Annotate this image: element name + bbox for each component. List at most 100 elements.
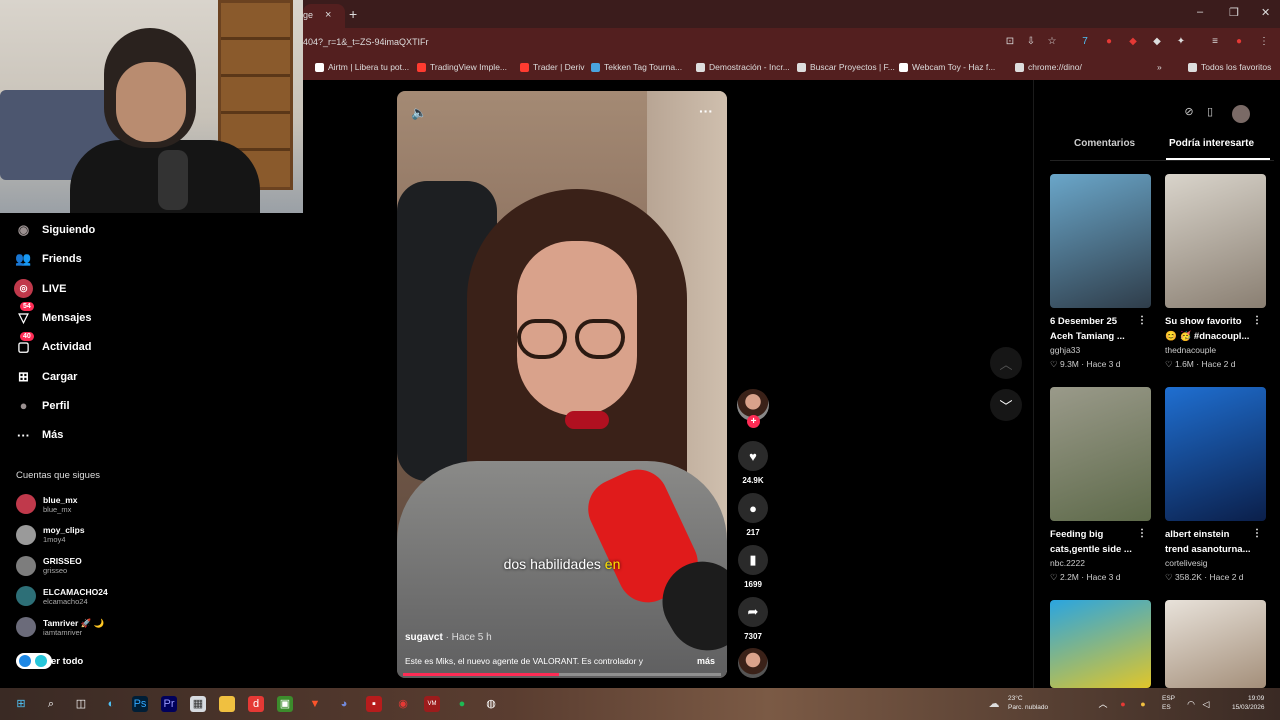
sidebar-item-friends[interactable]: 👥 Friends (14, 248, 81, 270)
reading-list-icon[interactable]: ≡ (1209, 36, 1221, 48)
video-thumbnail[interactable] (1050, 600, 1151, 688)
sidebar-item-upload[interactable]: ⊞ Cargar (14, 366, 77, 388)
bookmark-item[interactable]: Trader | Deriv (520, 62, 585, 72)
tab-comments[interactable]: Comentarios (1074, 138, 1135, 149)
comment-icon[interactable]: ● (738, 493, 768, 523)
all-bookmarks-button[interactable]: Todos los favoritos (1188, 62, 1271, 72)
music-disc-avatar[interactable] (738, 648, 768, 678)
voicemod-icon[interactable]: VM (424, 696, 440, 712)
card-more-icon[interactable]: ⋮ (1137, 526, 1147, 541)
volume-icon[interactable]: 🔈 (411, 105, 427, 121)
compass-icon[interactable]: ⊘ (1181, 105, 1197, 121)
photoshop-icon[interactable]: Ps (132, 696, 148, 712)
tab-recommended[interactable]: Podría interesarte (1169, 138, 1254, 149)
card-more-icon[interactable]: ⋮ (1137, 313, 1147, 328)
video-thumbnail[interactable] (1050, 174, 1151, 308)
bookmark-item[interactable]: chrome://dino/ (1015, 62, 1082, 72)
language-code[interactable]: ESP (1162, 695, 1175, 703)
card-username[interactable]: thednacouple (1165, 344, 1266, 357)
file-explorer-icon[interactable] (219, 696, 235, 712)
save-action[interactable]: ▮ 1699 (737, 545, 769, 589)
discord-icon[interactable]: ◕ (336, 696, 352, 712)
extension-icon[interactable]: ● (1103, 36, 1115, 48)
description-more-button[interactable]: más (697, 656, 715, 666)
sidebar-item-more[interactable]: ··· Más (14, 424, 63, 446)
chrome-icon[interactable]: ◉ (395, 696, 411, 712)
app-icon[interactable]: ▪ (366, 696, 382, 712)
search-icon[interactable]: ⌕ (43, 696, 59, 712)
sidebar-item-profile-avatar[interactable]: ● Perfil (14, 395, 70, 417)
card-title[interactable]: Su show favorito ⋮ (1165, 314, 1266, 329)
browser-tab[interactable]: ge × (303, 4, 345, 28)
tab-close-icon[interactable]: × (325, 9, 331, 21)
bookmark-icon[interactable]: ▮ (738, 545, 768, 575)
recommended-video-card[interactable]: Feeding big ⋮ cats,gentle side ... nbc.2222… (1050, 387, 1151, 584)
sidebar-item-following-avatar[interactable]: ◉ Siguiendo (14, 219, 95, 241)
following-account[interactable]: blue_mx blue_mx (16, 492, 78, 516)
bookmarks-overflow-icon[interactable]: » (1157, 62, 1162, 72)
user-avatar[interactable] (1232, 105, 1250, 123)
close-window-button[interactable]: ✕ (1261, 6, 1270, 19)
volume-tray-icon[interactable]: ◁ (1198, 696, 1214, 712)
extensions-puzzle-icon[interactable]: ✦ (1175, 36, 1187, 48)
video-author[interactable]: sugavct (405, 632, 443, 643)
minecraft-icon[interactable]: ▣ (277, 696, 293, 712)
video-more-options-icon[interactable]: ··· (699, 103, 713, 119)
minimize-button[interactable]: – (1197, 6, 1203, 18)
clock-time[interactable]: 19:09 (1248, 695, 1264, 703)
windows-start-icon[interactable]: ⊞ (13, 696, 29, 712)
card-more-icon[interactable]: ⋮ (1252, 526, 1262, 541)
recommended-video-card[interactable]: albert einstein ⋮ trend asanoturna... corte… (1165, 387, 1266, 584)
card-title[interactable]: Feeding big ⋮ (1050, 527, 1151, 542)
new-tab-button[interactable]: + (349, 6, 357, 22)
card-title[interactable]: albert einstein ⋮ (1165, 527, 1266, 542)
browser-menu-icon[interactable]: ⋮ (1258, 36, 1270, 48)
deriv-icon[interactable]: d (248, 696, 264, 712)
next-video-button[interactable]: ﹀ (990, 389, 1022, 421)
bookmark-item[interactable]: Airtm | Libera tu pot... (315, 62, 409, 72)
card-username[interactable]: cortelivesig (1165, 557, 1266, 570)
following-account[interactable]: moy_clips 1moy4 (16, 523, 85, 547)
tray-app-icon[interactable]: ● (1115, 696, 1131, 712)
card-username[interactable]: nbc.2222 (1050, 557, 1151, 570)
video-author-line[interactable]: sugavct · Hace 5 h (405, 632, 492, 643)
edge-icon[interactable]: ◐ (103, 696, 119, 712)
card-more-icon[interactable]: ⋮ (1252, 313, 1262, 328)
tray-chevron-icon[interactable]: ︿ (1095, 696, 1111, 712)
bookmark-item[interactable]: Webcam Toy - Haz f... (899, 62, 995, 72)
card-title-line2[interactable]: trend asanoturna... (1165, 542, 1266, 557)
store-icon[interactable]: ▦ (190, 696, 206, 712)
following-account[interactable]: ELCAMACHO24 elcamacho24 (16, 584, 108, 608)
recommended-video-card[interactable]: Su show favorito ⋮ 😊 🥳 #dnacoupl... thednac… (1165, 174, 1266, 371)
device-icon[interactable]: ▯ (1202, 105, 1218, 121)
bookmark-item[interactable]: Buscar Proyectos | F... (797, 62, 895, 72)
premiere-icon[interactable]: Pr (161, 696, 177, 712)
video-thumbnail[interactable] (1050, 387, 1151, 521)
card-title-line2[interactable]: cats,gentle side ... (1050, 542, 1151, 557)
network-icon[interactable]: ◠ (1183, 696, 1199, 712)
restore-button[interactable]: ❐ (1229, 6, 1239, 19)
card-title[interactable]: 6 Desember 25 ⋮ (1050, 314, 1151, 329)
brave-icon[interactable]: ▼ (307, 696, 323, 712)
spotify-icon[interactable]: ● (454, 696, 470, 712)
translate-icon[interactable]: ⊡ (1004, 36, 1016, 48)
extension-icon[interactable]: ◆ (1127, 36, 1139, 48)
recommended-video-card[interactable] (1165, 600, 1266, 688)
extension-icon[interactable]: ◆ (1151, 36, 1163, 48)
bookmark-star-icon[interactable]: ☆ (1046, 36, 1058, 48)
sidebar-item-messages[interactable]: ▽ 54 Mensajes (14, 302, 92, 329)
like-action[interactable]: ♥ 24.9K (737, 441, 769, 485)
following-account[interactable]: Tamriver 🚀 🌙 iamtamriver (16, 615, 104, 639)
card-title-line2[interactable]: 😊 🥳 #dnacoupl... (1165, 329, 1266, 344)
share-icon[interactable]: ➦ (738, 597, 768, 627)
see-all-button[interactable]: er todo (16, 649, 83, 673)
card-title-line2[interactable]: Aceh Tamiang ... (1050, 329, 1151, 344)
steam-icon[interactable]: ◍ (483, 696, 499, 712)
bookmark-item[interactable]: Tekken Tag Tourna... (591, 62, 682, 72)
profile-icon[interactable]: ● (1233, 36, 1245, 48)
extension-icon[interactable]: 7 (1079, 36, 1091, 48)
video-player[interactable]: dos habilidades en 🔈 ··· sugavct · Hace … (397, 91, 727, 678)
sidebar-item-live[interactable]: ◎ LIVE (14, 278, 66, 300)
bookmark-item[interactable]: Demostración - Incr... (696, 62, 790, 72)
tray-mic-icon[interactable]: ● (1135, 696, 1151, 712)
